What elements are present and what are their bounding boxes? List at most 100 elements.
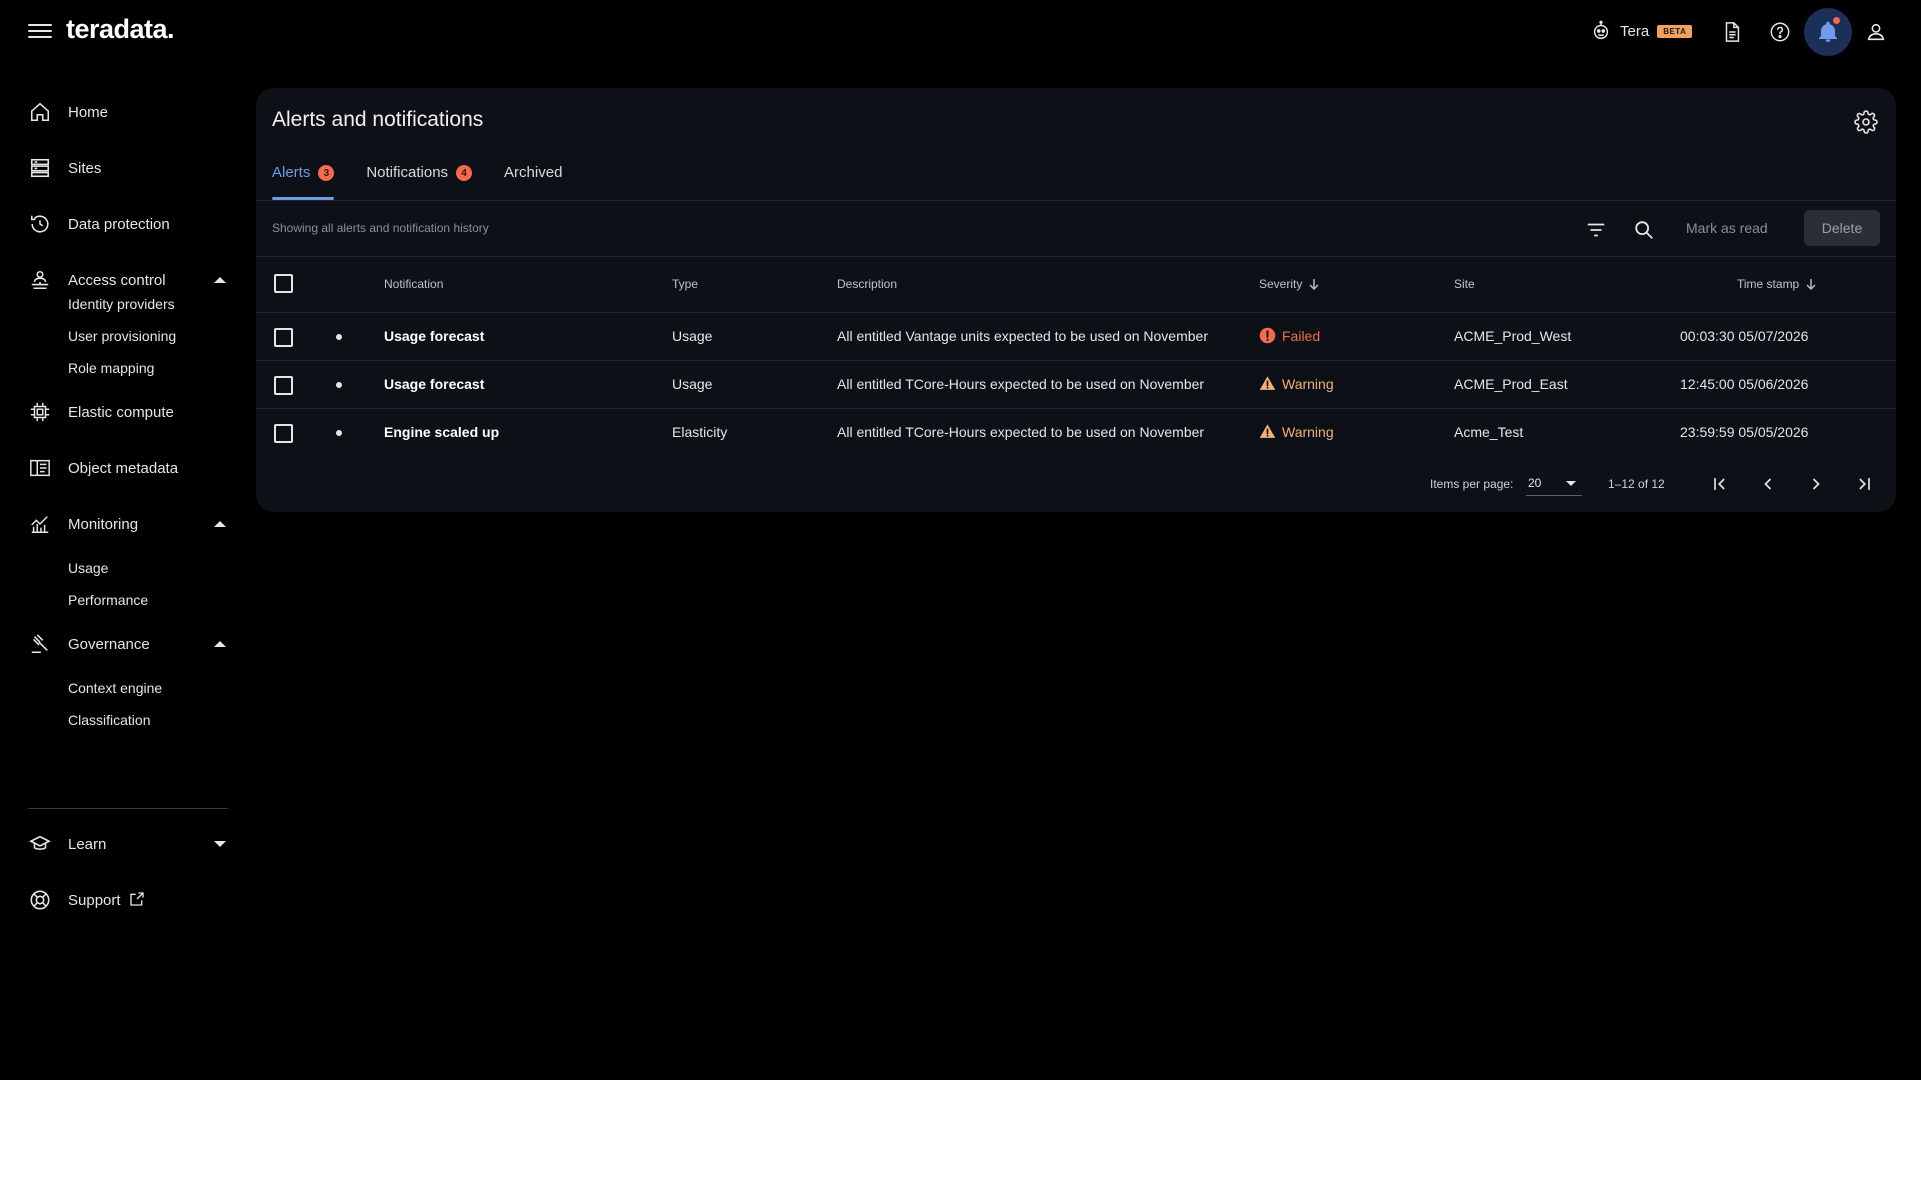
sort-down-icon [1309, 279, 1319, 290]
column-header-severity[interactable]: Severity [1259, 277, 1320, 291]
home-icon [28, 100, 52, 124]
sidebar-item-label: Elastic compute [68, 403, 174, 421]
tera-assistant-button[interactable]: Tera BETA [1590, 20, 1693, 42]
tab-label: Notifications [366, 164, 449, 181]
severity-label: Failed [1282, 327, 1321, 344]
alerts-card: Alerts and notifications Alerts 3 Notifi… [256, 88, 1896, 512]
sidebar-subitem-role-mapping[interactable]: Role mapping [68, 360, 154, 376]
sidebar-subitem-context-engine[interactable]: Context engine [68, 680, 162, 696]
row-checkbox[interactable] [274, 328, 293, 347]
cell-type: Usage [672, 376, 713, 392]
filter-icon[interactable] [1582, 216, 1610, 244]
cell-site: ACME_Prod_West [1454, 328, 1572, 344]
top-bar: teradata. Tera BETA [0, 0, 1921, 64]
help-icon[interactable] [1764, 16, 1796, 48]
hamburger-menu-icon[interactable] [26, 20, 54, 44]
cell-type: Usage [672, 328, 713, 344]
gear-icon[interactable] [1852, 108, 1880, 136]
chip-icon [28, 400, 52, 424]
notifications-bell-button[interactable] [1804, 8, 1852, 56]
next-page-icon[interactable] [1802, 470, 1830, 498]
tab-count-badge: 3 [318, 165, 335, 181]
document-icon[interactable] [1716, 16, 1748, 48]
sidebar-subitem-user-provisioning[interactable]: User provisioning [68, 328, 176, 344]
table-row[interactable]: Engine scaled up Elasticity All entitled… [256, 409, 1896, 457]
sidebar-item-governance[interactable]: Governance [28, 624, 228, 664]
sidebar-item-data-protection[interactable]: Data protection [28, 204, 228, 244]
sidebar-subitem-performance[interactable]: Performance [68, 592, 148, 608]
table-row[interactable]: Usage forecast Usage All entitled TCore-… [256, 361, 1896, 409]
sidebar-subitem-usage[interactable]: Usage [68, 560, 108, 576]
table-row[interactable]: Usage forecast Usage All entitled Vantag… [256, 313, 1896, 361]
column-header-description[interactable]: Description [837, 277, 897, 291]
error-icon [1259, 327, 1276, 344]
warning-icon [1259, 424, 1276, 438]
collapse-caret-icon[interactable] [214, 521, 226, 527]
sidebar-item-sites[interactable]: Sites [28, 148, 228, 188]
access-control-icon [28, 268, 52, 292]
delete-button[interactable]: Delete [1804, 210, 1880, 246]
sidebar-item-label: Learn [68, 835, 107, 853]
unread-dot [336, 382, 342, 388]
user-icon[interactable] [1860, 16, 1892, 48]
sidebar-item-object-metadata[interactable]: Object metadata [28, 448, 228, 488]
column-header-time-stamp[interactable]: Time stamp [1737, 277, 1817, 291]
tab-bar: Alerts 3 Notifications 4 Archived [272, 164, 594, 200]
row-checkbox[interactable] [274, 376, 293, 395]
cell-description: All entitled TCore-Hours expected to be … [837, 376, 1205, 392]
row-checkbox[interactable] [274, 424, 293, 443]
column-header-notification[interactable]: Notification [384, 277, 443, 291]
cell-description: All entitled Vantage units expected to b… [837, 328, 1208, 344]
sidebar-item-learn[interactable]: Learn [28, 824, 228, 864]
column-header-type[interactable]: Type [672, 277, 698, 291]
tab-notifications[interactable]: Notifications 4 [366, 164, 473, 200]
search-icon[interactable] [1630, 216, 1658, 244]
severity-label: Warning [1282, 375, 1334, 392]
mark-as-read-button[interactable]: Mark as read [1686, 220, 1768, 236]
tab-alerts[interactable]: Alerts 3 [272, 164, 335, 200]
external-link-icon [129, 892, 144, 906]
sort-down-icon [1806, 279, 1816, 290]
warning-icon [1259, 376, 1276, 390]
sidebar-divider [28, 808, 228, 809]
lifebuoy-icon [28, 888, 52, 912]
sidebar-item-label: Monitoring [68, 515, 139, 533]
items-per-page-value: 20 [1528, 476, 1542, 490]
cell-timestamp: 12:45:00 05/06/2026 [1680, 376, 1809, 392]
select-all-checkbox[interactable] [274, 274, 293, 293]
items-per-page-label: Items per page: [1430, 477, 1514, 491]
sidebar-item-access-control[interactable]: Access control [28, 260, 228, 300]
expand-caret-icon[interactable] [214, 841, 226, 847]
sidebar-item-label: Sites [68, 159, 102, 177]
graduation-cap-icon [28, 832, 52, 856]
teradata-logo: teradata. [66, 14, 175, 44]
cell-notification: Usage forecast [384, 328, 485, 344]
cell-timestamp: 00:03:30 05/07/2026 [1680, 328, 1809, 344]
sidebar-subitem-identity-providers[interactable]: Identity providers [68, 296, 175, 312]
cell-severity: Warning [1259, 375, 1334, 392]
collapse-caret-icon[interactable] [214, 641, 226, 647]
previous-page-icon[interactable] [1754, 470, 1782, 498]
column-label: Description [837, 277, 898, 291]
collapse-caret-icon[interactable] [214, 277, 226, 283]
sidebar-nav: Home Sites Data protection Access contro… [0, 64, 240, 1080]
tera-label: Tera [1620, 22, 1650, 40]
chevron-down-icon [1566, 481, 1576, 486]
sidebar-item-home[interactable]: Home [28, 92, 228, 132]
chart-icon [28, 512, 52, 536]
tab-count-badge: 4 [456, 165, 473, 181]
last-page-icon[interactable] [1850, 470, 1878, 498]
cell-timestamp: 23:59:59 05/05/2026 [1680, 424, 1809, 440]
history-icon [28, 212, 52, 236]
tab-archived[interactable]: Archived [504, 164, 562, 200]
column-header-site[interactable]: Site [1454, 277, 1475, 291]
items-per-page-select[interactable]: 20 [1526, 472, 1582, 496]
sidebar-item-monitoring[interactable]: Monitoring [28, 504, 228, 544]
first-page-icon[interactable] [1706, 470, 1734, 498]
sidebar-item-elastic-compute[interactable]: Elastic compute [28, 392, 228, 432]
tab-label: Archived [504, 164, 563, 181]
beta-badge: BETA [1657, 24, 1693, 38]
sidebar-item-support[interactable]: Support [28, 880, 228, 920]
sidebar-subitem-classification[interactable]: Classification [68, 712, 150, 728]
cell-notification: Engine scaled up [384, 424, 500, 440]
